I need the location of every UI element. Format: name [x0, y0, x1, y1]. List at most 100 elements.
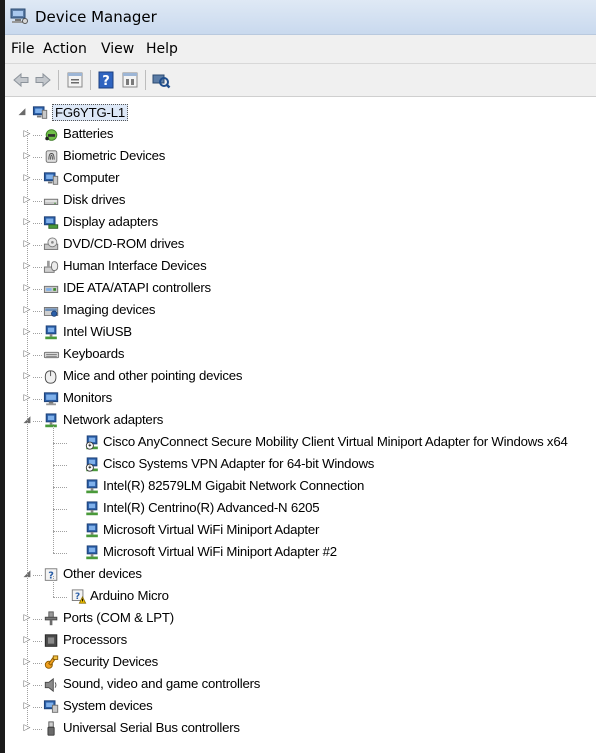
ide-controller-icon: [43, 285, 59, 293]
network-adapter-icon: [86, 501, 98, 516]
tree-connector: [33, 421, 42, 422]
tree-device-item[interactable]: Cisco Systems VPN Adapter for 64-bit Win…: [5, 454, 596, 476]
menu-file[interactable]: File: [11, 41, 34, 57]
tree-connector: [33, 135, 42, 136]
tree-category-computer[interactable]: ▷ Computer: [5, 168, 596, 190]
title-bar[interactable]: Device Manager: [5, 0, 596, 35]
tree-node-label: Microsoft Virtual WiFi Miniport Adapter …: [103, 544, 337, 559]
tree-node-label: Computer: [63, 170, 120, 185]
network-adapter-icon: [86, 523, 98, 538]
tree-connector: [33, 355, 42, 356]
tree-device-item[interactable]: Microsoft Virtual WiFi Miniport Adapter …: [5, 542, 596, 564]
tree-connector: [33, 311, 42, 312]
tree-node-label: Security Devices: [63, 654, 159, 669]
tree-category-dvd-cd-rom-drives[interactable]: ▷ DVD/CD-ROM drives: [5, 234, 596, 256]
usb-icon: [47, 721, 55, 736]
tree-device-item[interactable]: Microsoft Virtual WiFi Miniport Adapter: [5, 520, 596, 542]
menu-action[interactable]: Action: [43, 41, 87, 57]
tree-node-label: Ports (COM & LPT): [63, 610, 174, 625]
view-icon[interactable]: [120, 70, 140, 90]
tree-category-ide-ata-atapi-controllers[interactable]: ▷ IDE ATA/ATAPI controllers: [5, 278, 596, 300]
mouse-icon: [44, 370, 57, 384]
menu-help[interactable]: Help: [146, 41, 178, 57]
tree-node-label: Biometric Devices: [63, 148, 166, 163]
tree-root[interactable]: ◢ FG6YTG-L1: [5, 102, 596, 124]
tree-node-label: Network adapters: [63, 412, 164, 427]
tree-connector: [33, 575, 42, 576]
warning-device-icon: ?: [71, 589, 87, 604]
svg-text:?: ?: [102, 74, 110, 89]
tree-category-human-interface-devices[interactable]: ▷ Human Interface Devices: [5, 256, 596, 278]
tree-category-mice-and-other-pointing-devices[interactable]: ▷ Mice and other pointing devices: [5, 366, 596, 388]
tree-connector: [33, 619, 42, 620]
tree-category-sound-video-and-game-controllers[interactable]: ▷ Sound, video and game controllers: [5, 674, 596, 696]
tree-connector: [53, 597, 67, 598]
tree-connector: [33, 157, 42, 158]
tree-node-label: Mice and other pointing devices: [63, 368, 243, 383]
forward-arrow-icon[interactable]: [33, 70, 53, 90]
tree-node-label: Cisco AnyConnect Secure Mobility Client …: [103, 434, 568, 449]
tree-connector: [53, 422, 54, 553]
toolbar-separator: [90, 70, 91, 90]
tree-connector: [53, 509, 67, 510]
tree-category-processors[interactable]: ▷ Processors: [5, 630, 596, 652]
tree-node-label: Arduino Micro: [90, 588, 169, 603]
tree-category-batteries[interactable]: ▷ Batteries: [5, 124, 596, 146]
tree-category-monitors[interactable]: ▷ Monitors: [5, 388, 596, 410]
tree-node-label: Intel(R) Centrino(R) Advanced-N 6205: [103, 500, 320, 515]
network-adapter-icon: [86, 479, 98, 494]
tree-node-label: Human Interface Devices: [63, 258, 207, 273]
processor-icon: [44, 634, 58, 647]
disk-drive-icon: [43, 198, 59, 205]
tree-node-label: Keyboards: [63, 346, 125, 361]
tree-category-biometric-devices[interactable]: ▷ Biometric Devices: [5, 146, 596, 168]
tree-category-display-adapters[interactable]: ▷ Display adapters: [5, 212, 596, 234]
tree-category-ports-com-lpt[interactable]: ▷ Ports (COM & LPT): [5, 608, 596, 630]
menu-bar: File Action View Help: [5, 35, 596, 64]
svg-text:?: ?: [75, 592, 80, 602]
tree-category-other-devices[interactable]: ◢? Other devices: [5, 564, 596, 586]
tree-device-item[interactable]: Intel(R) 82579LM Gigabit Network Connect…: [5, 476, 596, 498]
tree-node-label: System devices: [63, 698, 153, 713]
tree-node-label: Processors: [63, 632, 127, 647]
tree-category-universal-serial-bus-controllers[interactable]: ▷ Universal Serial Bus controllers: [5, 718, 596, 740]
tree-node-label: Cisco Systems VPN Adapter for 64-bit Win…: [103, 456, 375, 471]
security-key-icon: [44, 655, 59, 669]
back-arrow-icon[interactable]: [11, 70, 31, 90]
collapse-arrow-icon[interactable]: ◢: [17, 107, 27, 117]
tree-connector: [33, 179, 42, 180]
tree-category-disk-drives[interactable]: ▷ Disk drives: [5, 190, 596, 212]
tree-connector: [33, 663, 42, 664]
tree-node-label: IDE ATA/ATAPI controllers: [63, 280, 211, 295]
network-icon: [45, 325, 57, 340]
monitor-icon: [43, 392, 59, 406]
tree-connector: [53, 576, 54, 597]
scan-hardware-icon[interactable]: [151, 70, 171, 90]
tree-connector: [53, 443, 67, 444]
tree-category-imaging-devices[interactable]: ▷ Imaging devices: [5, 300, 596, 322]
tree-category-intel-wiusb[interactable]: ▷ Intel WiUSB: [5, 322, 596, 344]
toolbar-separator: [145, 70, 146, 90]
dvd-drive-icon: [43, 237, 59, 250]
tree-node-label: Universal Serial Bus controllers: [63, 720, 240, 735]
tree-node-label: Batteries: [63, 126, 114, 141]
tree-category-system-devices[interactable]: ▷ System devices: [5, 696, 596, 718]
help-icon[interactable]: ?: [96, 70, 116, 90]
tree-node-label: Intel WiUSB: [63, 324, 132, 339]
network-adapter-disabled-icon: [85, 457, 98, 472]
tree-node-label: Microsoft Virtual WiFi Miniport Adapter: [103, 522, 320, 537]
tree-category-security-devices[interactable]: ▷ Security Devices: [5, 652, 596, 674]
hid-icon: [43, 260, 59, 273]
menu-view[interactable]: View: [101, 41, 134, 57]
properties-icon[interactable]: [65, 70, 85, 90]
tree-category-network-adapters[interactable]: ◢ Network adapters: [5, 410, 596, 432]
tree-connector: [33, 333, 42, 334]
network-adapter-disabled-icon: [85, 435, 98, 450]
tree-device-item[interactable]: Cisco AnyConnect Secure Mobility Client …: [5, 432, 596, 454]
tree-device-item[interactable]: Intel(R) Centrino(R) Advanced-N 6205: [5, 498, 596, 520]
tree-category-keyboards[interactable]: ▷ Keyboards: [5, 344, 596, 366]
device-manager-window: Device Manager File Action View Help ? ◢…: [0, 0, 596, 753]
tree-connector: [33, 685, 42, 686]
tree-device-item[interactable]: ? Arduino Micro: [5, 586, 596, 608]
tree-connector: [33, 707, 42, 708]
